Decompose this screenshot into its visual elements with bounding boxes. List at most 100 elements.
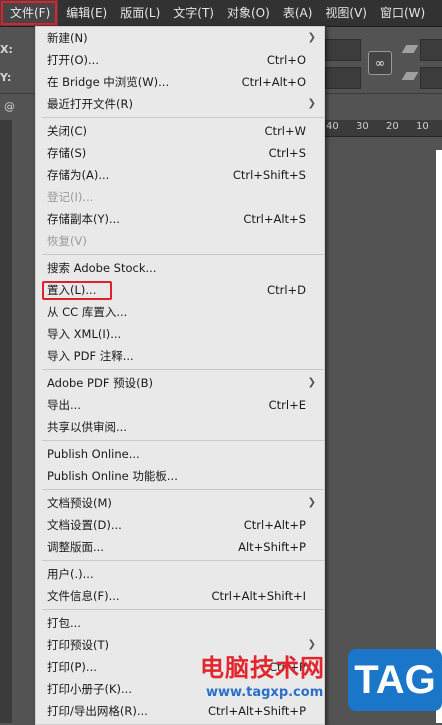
menu-item-shortcut: Ctrl+D [267, 283, 306, 297]
constrain-proportions-button[interactable]: ∞ [368, 51, 392, 75]
menu-item[interactable]: 在 Bridge 中浏览(W)... Ctrl+Alt+O [36, 71, 324, 93]
menu-item[interactable]: 打印预设(T) ❯ [36, 634, 324, 656]
menu-item[interactable]: 导入 PDF 注释... [36, 345, 324, 367]
menu-item-label: 打包... [47, 616, 81, 630]
menu-item-shortcut: Ctrl+Alt+P [243, 518, 306, 532]
document-tab-fragment[interactable]: @ [4, 100, 15, 113]
menu-item[interactable]: 导入 XML(I)... [36, 323, 324, 345]
rotate-field[interactable] [420, 67, 442, 89]
menu-item[interactable]: 文档设置(D)... Ctrl+Alt+P [36, 514, 324, 536]
menu-item-label: 导入 XML(I)... [47, 327, 122, 341]
menu-item-label: 存储为(A)... [47, 168, 110, 182]
menu-item-label: 打印/导出网格(R)... [47, 704, 148, 718]
menubar-item[interactable]: 文字(T) [168, 0, 219, 26]
menu-item-shortcut: Ctrl+Alt+Shift+I [211, 589, 306, 603]
chevron-right-icon: ❯ [307, 98, 316, 109]
menu-item-shortcut: Ctrl+O [266, 53, 306, 67]
menubar-item[interactable]: 编辑(E) [61, 0, 112, 26]
menu-bar: 文件(F) 编辑(E) 版面(L) 文字(T) 对象(O) 表(A) 视图(V) 窗口(W) [0, 0, 442, 27]
shear-icon [401, 45, 419, 53]
menu-item-label: 恢复(V) [47, 234, 87, 248]
menu-item-label: 从 CC 库置入... [47, 305, 128, 319]
menu-item[interactable]: 文档预设(M) ❯ [36, 492, 324, 514]
link-icon: ∞ [375, 56, 385, 70]
watermark-badge: TAG [348, 649, 442, 711]
menu-item-label: Adobe PDF 预设(B) [47, 376, 153, 390]
menu-item-label: 打开(O)... [47, 53, 99, 67]
menu-item[interactable]: 从 CC 库置入... [36, 301, 324, 323]
menu-item[interactable]: 置入(L)... Ctrl+D [36, 279, 324, 301]
ruler-tick-label: 30 [356, 121, 369, 132]
menu-item[interactable]: 关闭(C) Ctrl+W [36, 120, 324, 142]
chevron-right-icon: ❯ [307, 639, 316, 650]
chevron-right-icon: ❯ [307, 32, 316, 43]
menu-item[interactable]: 存储(S) Ctrl+S [36, 142, 324, 164]
menu-item[interactable]: 打开(O)... Ctrl+O [36, 49, 324, 71]
menubar-item[interactable]: 视图(V) [320, 0, 372, 26]
ruler-tick-label: 10 [416, 121, 429, 132]
menu-item[interactable]: Adobe PDF 预设(B) ❯ [36, 372, 324, 394]
menu-item-label: 登记(I)... [47, 190, 94, 204]
menu-item-label: 文件信息(F)... [47, 589, 120, 603]
menu-item-label: 打印预设(T) [47, 638, 109, 652]
menu-item[interactable]: 搜索 Adobe Stock... [36, 257, 324, 279]
menu-item-label: Publish Online... [47, 447, 140, 461]
menu-item-label: 搜索 Adobe Stock... [47, 261, 157, 275]
menu-item[interactable]: Publish Online... [36, 443, 324, 465]
menubar-item[interactable]: 窗口(W) [375, 0, 430, 26]
menu-item[interactable]: 打包... [36, 612, 324, 634]
document-page [436, 150, 442, 723]
menu-item[interactable]: 用户(.)... [36, 563, 324, 585]
menu-separator [42, 369, 324, 370]
horizontal-ruler: 40 30 20 10 [324, 120, 442, 137]
menu-item[interactable]: 存储副本(Y)... Ctrl+Alt+S [36, 208, 324, 230]
menu-separator [42, 489, 324, 490]
menu-item[interactable]: 导出... Ctrl+E [36, 394, 324, 416]
menu-item-label: 新建(N) [47, 31, 88, 45]
menu-item: 恢复(V) [36, 230, 324, 252]
menu-item-label: 置入(L)... [47, 283, 97, 297]
menu-item-label: 调整版面... [47, 540, 104, 554]
menu-item[interactable]: 最近打开文件(R) ❯ [36, 93, 324, 115]
chevron-right-icon: ❯ [307, 497, 316, 508]
menu-item-shortcut: Ctrl+S [268, 146, 306, 160]
rotate-icon [401, 72, 419, 80]
menu-separator [42, 254, 324, 255]
menu-item[interactable]: 共享以供审阅... [36, 416, 324, 438]
menu-item[interactable]: 打印小册子(K)... [36, 678, 324, 700]
menu-separator [42, 609, 324, 610]
menubar-item[interactable]: 表(A) [278, 0, 318, 26]
menubar-item[interactable]: 对象(O) [222, 0, 275, 26]
menubar-item[interactable]: 版面(L) [115, 0, 165, 26]
menu-item[interactable]: 存储为(A)... Ctrl+Shift+S [36, 164, 324, 186]
menu-item[interactable]: 调整版面... Alt+Shift+P [36, 536, 324, 558]
menu-item-label: 共享以供审阅... [47, 420, 127, 434]
menu-separator [42, 560, 324, 561]
menu-item-label: 文档设置(D)... [47, 518, 122, 532]
menu-item-shortcut: Alt+Shift+P [238, 540, 306, 554]
menu-item-label: 在 Bridge 中浏览(W)... [47, 75, 170, 89]
x-field[interactable] [325, 39, 361, 61]
y-field[interactable] [325, 67, 361, 89]
vertical-ruler [0, 120, 12, 723]
menu-item-label: 用户(.)... [47, 567, 94, 581]
menu-item-label: 文档预设(M) [47, 496, 112, 510]
menu-item[interactable]: 打印/导出网格(R)... Ctrl+Alt+Shift+P [36, 700, 324, 722]
menu-item-shortcut: Ctrl+Alt+S [243, 212, 306, 226]
menu-item[interactable]: 新建(N) ❯ [36, 27, 324, 49]
menu-item-shortcut: Ctrl+Alt+O [241, 75, 306, 89]
menu-item[interactable]: 打印(P)... Ctrl+P [36, 656, 324, 678]
menu-item: 登记(I)... [36, 186, 324, 208]
menu-item-shortcut: Ctrl+W [264, 124, 306, 138]
menubar-item[interactable]: 文件(F) [0, 0, 59, 26]
menu-item[interactable]: 文件信息(F)... Ctrl+Alt+Shift+I [36, 585, 324, 607]
menu-item-shortcut: Ctrl+Shift+S [232, 168, 306, 182]
menu-item-label: 打印小册子(K)... [47, 682, 132, 696]
menu-item-label: 最近打开文件(R) [47, 97, 133, 111]
menu-item-shortcut: Ctrl+Alt+Shift+P [207, 704, 306, 718]
x-label: X: [0, 43, 13, 56]
file-menu-dropdown: 新建(N) ❯ 打开(O)... Ctrl+O 在 Bridge 中浏览(W)... Ct… [35, 26, 325, 725]
shear-field[interactable] [420, 39, 442, 61]
menu-item-label: Publish Online 功能板... [47, 469, 178, 483]
menu-item[interactable]: Publish Online 功能板... [36, 465, 324, 487]
